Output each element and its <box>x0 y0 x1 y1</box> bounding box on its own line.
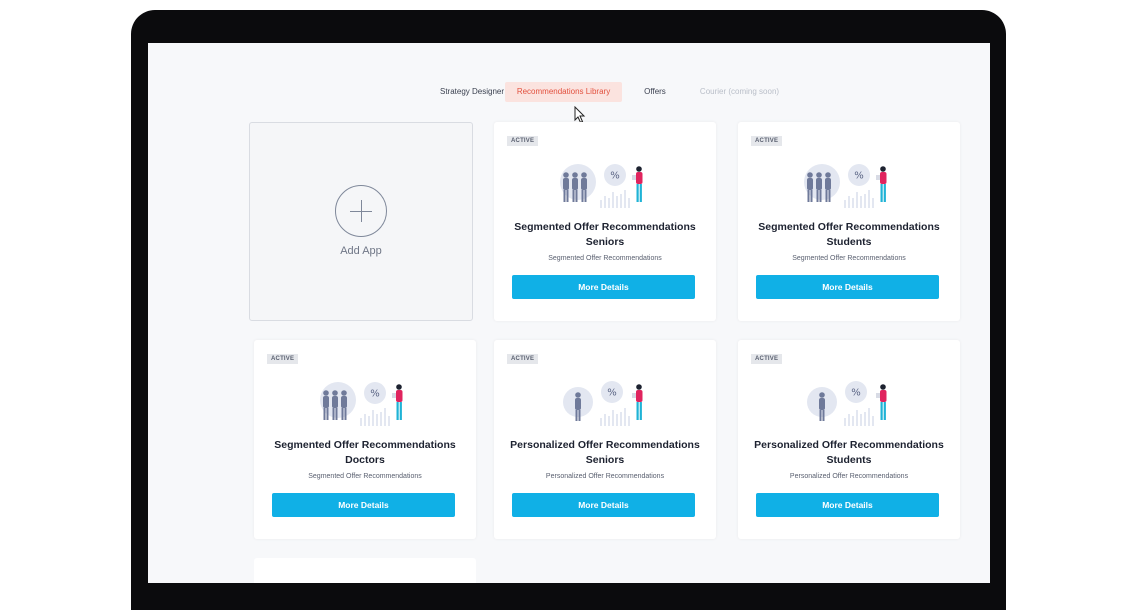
svg-text:%: % <box>610 171 620 182</box>
status-badge: ACTIVE <box>267 354 299 364</box>
group-people-percent-icon: % <box>320 382 403 426</box>
card-subtitle: Segmented Offer Recommendations <box>308 473 422 480</box>
more-details-button[interactable]: More Details <box>272 493 455 517</box>
status-badge: ACTIVE <box>507 136 539 146</box>
app-card: ACTIVE % Segmented Offer Recommendations… <box>494 122 716 321</box>
status-badge: ACTIVE <box>751 354 783 364</box>
card-title: Personalized Offer Recommendations Senio… <box>510 439 700 466</box>
group-people-percent-icon: % <box>560 164 643 208</box>
app-card: ACTIVE % Personalized Offer Recommendati… <box>738 340 960 539</box>
tab-recommendations-library[interactable]: Recommendations Library <box>505 82 622 102</box>
add-app-card[interactable]: Add App <box>249 122 473 321</box>
app-card: ACTIVE % Segmented Offer Recommendations… <box>254 340 476 539</box>
top-nav: Strategy Designer Recommendations Librar… <box>148 82 990 102</box>
partial-card <box>254 558 476 583</box>
app-card: ACTIVE % Personalized Offer Recommendati… <box>494 340 716 539</box>
svg-text:%: % <box>854 171 864 182</box>
more-details-button[interactable]: More Details <box>756 275 939 299</box>
add-app-label: Add App <box>340 245 382 257</box>
more-details-button[interactable]: More Details <box>756 493 939 517</box>
card-title: Segmented Offer Recommendations Students <box>758 221 940 248</box>
single-person-percent-icon: % <box>807 381 887 426</box>
tab-courier: Courier (coming soon) <box>699 87 780 96</box>
svg-text:%: % <box>607 388 617 399</box>
status-badge: ACTIVE <box>751 136 783 146</box>
more-details-button[interactable]: More Details <box>512 493 695 517</box>
svg-text:%: % <box>370 389 380 400</box>
card-subtitle: Personalized Offer Recommendations <box>789 473 909 480</box>
card-subtitle: Segmented Offer Recommendations <box>792 255 906 262</box>
card-subtitle: Segmented Offer Recommendations <box>548 255 662 262</box>
card-title: Personalized Offer Recommendations Stude… <box>754 439 944 466</box>
group-people-percent-icon: % <box>804 164 887 208</box>
single-person-percent-icon: % <box>563 381 643 426</box>
card-subtitle: Personalized Offer Recommendations <box>545 473 665 480</box>
app-card: ACTIVE % Segmented Offer Recommendations… <box>738 122 960 321</box>
svg-text:%: % <box>851 388 861 399</box>
status-badge: ACTIVE <box>507 354 539 364</box>
card-title: Segmented Offer Recommendations Seniors <box>514 221 696 248</box>
plus-icon[interactable] <box>335 185 387 237</box>
app-screen: Strategy Designer Recommendations Librar… <box>148 43 990 583</box>
card-title: Segmented Offer Recommendations Doctors <box>274 439 456 466</box>
more-details-button[interactable]: More Details <box>512 275 695 299</box>
tab-offers[interactable]: Offers <box>632 82 678 102</box>
